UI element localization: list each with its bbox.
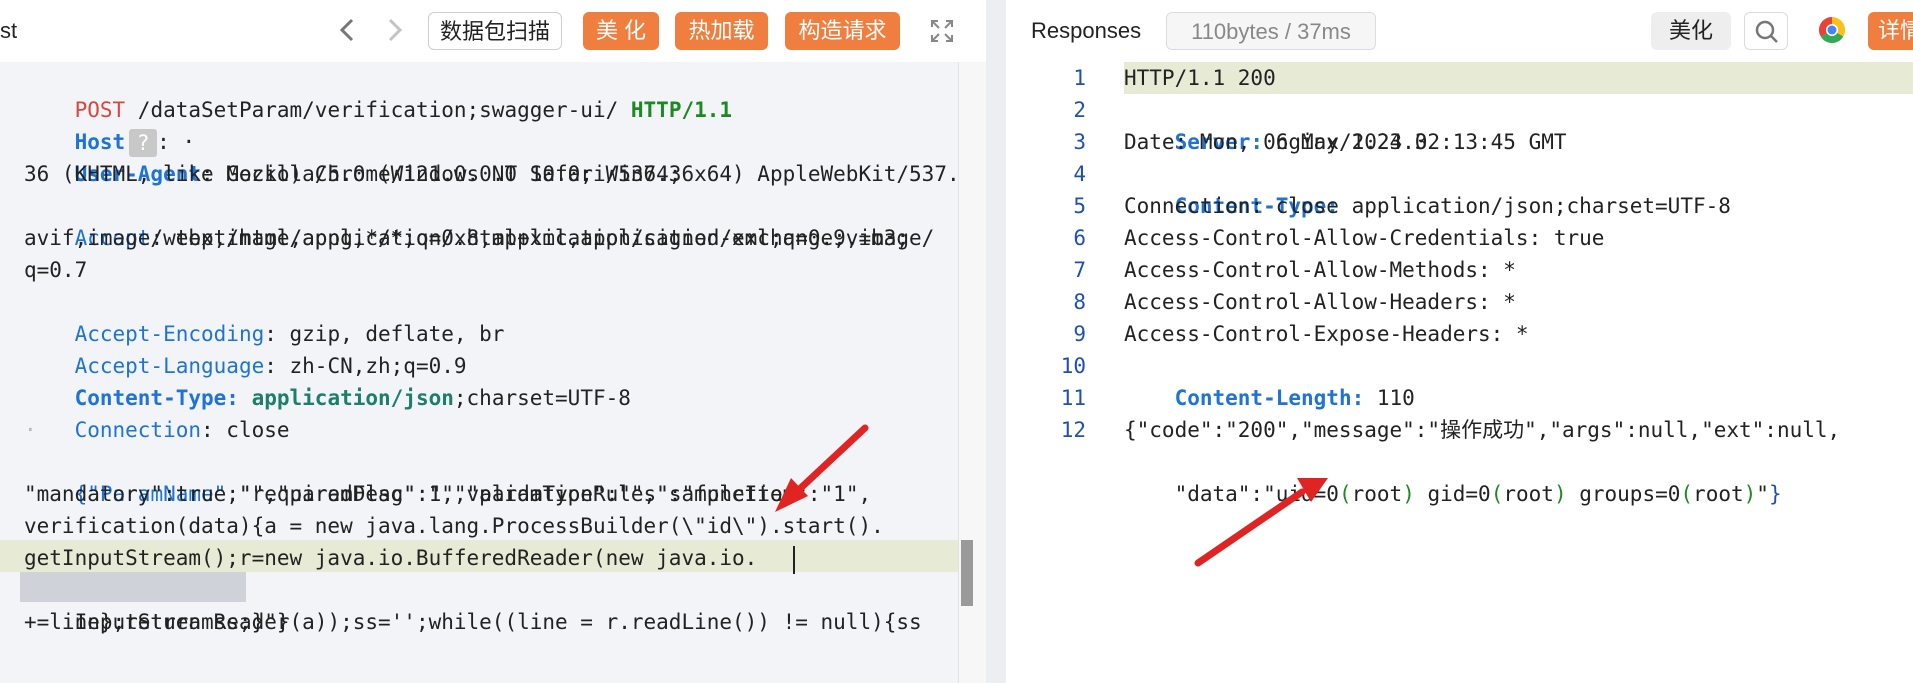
hot-reload-button[interactable]: 热加载: [675, 12, 768, 50]
line-number: 5: [1073, 194, 1086, 218]
line-number: 4: [1073, 162, 1086, 186]
response-line-6: Access-Control-Allow-Credentials: true: [1124, 226, 1605, 250]
response-editor[interactable]: 1 2 3 4 5 6 7 8 9 10 11 12 HTTP/1.1 200 …: [1006, 62, 1913, 683]
line-number: 3: [1073, 130, 1086, 154]
expand-icon[interactable]: [929, 18, 955, 44]
request-line-11: Connection: close: [24, 382, 290, 442]
paren: (: [1680, 482, 1694, 506]
response-beautify-button[interactable]: 美化: [1651, 12, 1731, 50]
request-line-17: InputStreamReader(a));ss='';while((line …: [24, 574, 922, 634]
request-panel-title: st: [0, 18, 18, 43]
header-value-connection: : close: [201, 418, 290, 442]
json-quote: ": [1756, 482, 1769, 506]
header-key-connection: Connection: [74, 418, 202, 442]
paren: (: [1490, 482, 1504, 506]
request-scrollbar-thumb[interactable]: [961, 540, 973, 606]
response-line-9: Access-Control-Expose-Headers: *: [1124, 322, 1529, 346]
request-line-18: +=line};return ss;}"}: [24, 610, 290, 634]
paren: ): [1743, 482, 1757, 506]
request-line-16: getInputStream();r=new java.io.BufferedR…: [24, 546, 758, 570]
line-number: 7: [1073, 258, 1086, 282]
uid-user: root: [1351, 482, 1403, 506]
response-line-12: {"code":"200","message":"操作成功","args":nu…: [1124, 418, 1841, 442]
request-line-14: "mandatory":true,"requiredFlag":1,"valid…: [24, 482, 796, 506]
request-line-1: POST /dataSetParam/verification;swagger-…: [24, 62, 732, 122]
request-line-17-rest: (a));ss='';while((line = r.readLine()) !…: [289, 610, 922, 634]
response-line-7: Access-Control-Allow-Methods: *: [1124, 258, 1516, 282]
header-value-content-length: 110: [1364, 386, 1415, 410]
response-size-time-badge: 110bytes / 37ms: [1166, 12, 1376, 50]
request-toolbar: st 数据包扫描 美 化 热加载 构造请求: [0, 0, 986, 62]
response-line-2: Server: nginx/1.23.3: [1124, 94, 1428, 154]
paren: ): [1402, 482, 1415, 506]
packet-scan-button[interactable]: 数据包扫描: [428, 12, 562, 50]
request-line-2: Host?: ·: [24, 94, 195, 157]
response-line-8: Access-Control-Allow-Headers: *: [1124, 290, 1516, 314]
groups-user: root: [1693, 482, 1744, 506]
request-line-5: Accept: text/html,application/xhtml+xml,…: [24, 190, 935, 250]
request-line-8: Accept-Encoding: gzip, deflate, br: [24, 286, 505, 346]
request-line-3: User-Agent: Mozilla/5.0 (Windows NT 10.0…: [24, 126, 960, 186]
paren: ): [1553, 482, 1567, 506]
request-path: /dataSetParam/verification;swagger-ui/: [125, 98, 631, 122]
groups-label: groups=0: [1566, 482, 1681, 506]
beautify-button[interactable]: 美 化: [583, 12, 659, 50]
line-number: 8: [1073, 290, 1086, 314]
chrome-icon[interactable]: [1817, 15, 1847, 45]
chevron-left-icon[interactable]: [334, 14, 362, 46]
request-line-15: verification(data){a = new java.lang.Pro…: [24, 514, 884, 538]
response-line-4: Content-Type: application/json;charset=U…: [1124, 158, 1731, 218]
charset-value: ;charset=UTF-8: [453, 386, 631, 410]
line-number: 9: [1073, 322, 1086, 346]
json-data-prefix: "data":"uid=0: [1174, 482, 1339, 506]
gid-user: root: [1503, 482, 1554, 506]
line-number: 6: [1073, 226, 1086, 250]
request-editor[interactable]: POST /dataSetParam/verification;swagger-…: [0, 62, 986, 683]
line-number: 1: [1073, 66, 1086, 90]
line-number: 10: [1060, 354, 1086, 378]
pane-divider[interactable]: [986, 0, 1006, 683]
response-line-10: Content-Length: 110: [1124, 350, 1415, 410]
line-number: 11: [1060, 386, 1086, 410]
response-line-3: Date: Mon, 06 May 2024 02:13:45 GMT: [1124, 130, 1567, 154]
response-panel-title: Responses: [1031, 18, 1142, 43]
line-number: 12: [1060, 418, 1086, 442]
header-value-content-type: application/json;charset=UTF-8: [1338, 194, 1731, 218]
header-key-content-length: Content-Length:: [1174, 386, 1365, 410]
line-number: 2: [1073, 98, 1086, 122]
request-line-10: Content-Type: application/json;charset=U…: [24, 350, 631, 410]
request-line-7: q=0.7: [24, 258, 88, 282]
request-line-12-blank: ·: [24, 418, 37, 442]
response-line-1: HTTP/1.1 200: [1124, 66, 1276, 90]
request-line-4: 36 (KHTML, like Gecko) Chrome/121.0.0.0 …: [24, 162, 695, 186]
response-line-12-wrap: "data":"uid=0(root) gid=0(root) groups=0…: [1124, 446, 1782, 506]
json-close-brace: }: [1768, 482, 1782, 506]
construct-request-button[interactable]: 构造请求: [785, 12, 900, 50]
chevron-right-icon[interactable]: [380, 14, 408, 46]
gid-label: gid=0: [1414, 482, 1491, 506]
request-line-9: Accept-Language: zh-CN,zh;q=0.9: [24, 318, 467, 378]
response-action-button[interactable]: 详情: [1868, 12, 1913, 50]
http-version: HTTP/1.1: [630, 98, 733, 122]
request-line-13: {"ParamName":"","paramDesc":"","paramTyp…: [24, 446, 872, 506]
request-line-6: avif,image/webp,image/apng,*/*;q=0.8,app…: [24, 226, 910, 250]
search-icon[interactable]: [1744, 12, 1788, 50]
text-caret: [793, 546, 795, 574]
response-line-5: Connection: close: [1124, 194, 1339, 218]
paren: (: [1338, 482, 1352, 506]
